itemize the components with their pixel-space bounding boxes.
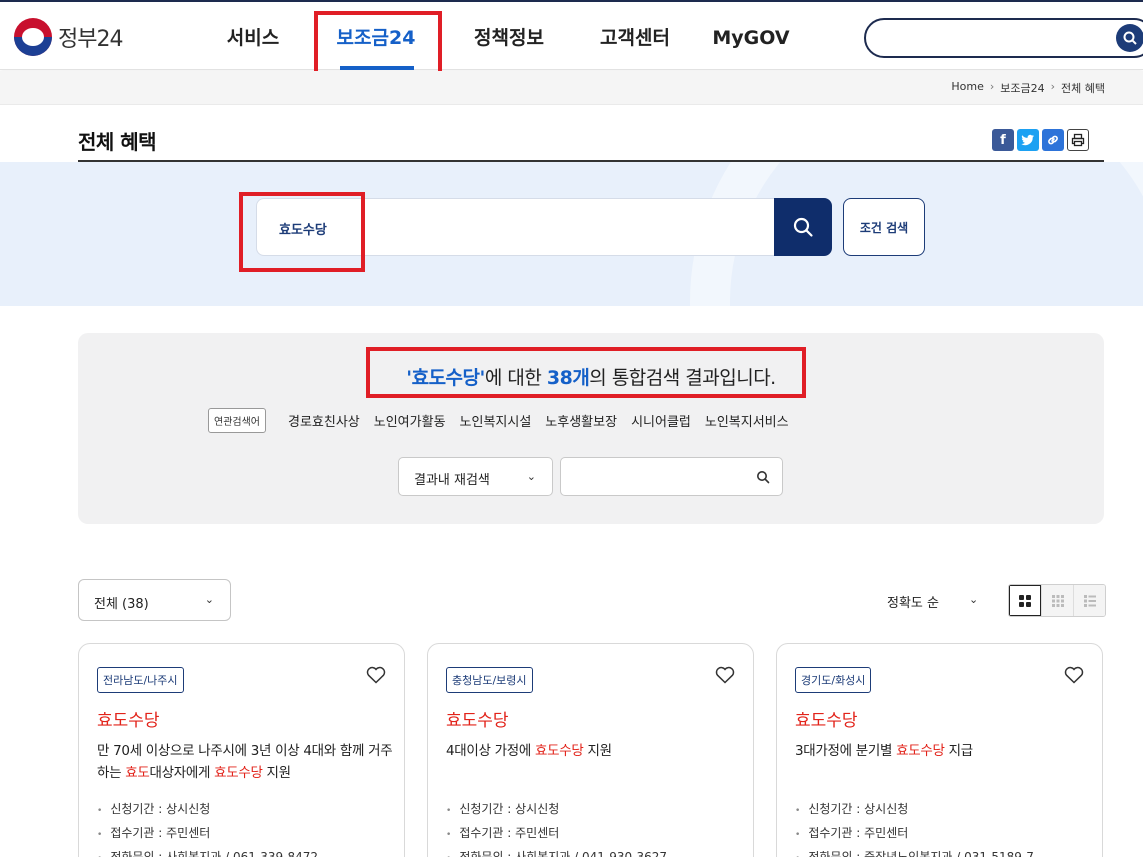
contact-phone: 전화문의 : 사회복지과 / 061-339-8472 xyxy=(97,846,318,857)
related-keyword[interactable]: 시니어클럽 xyxy=(631,411,691,430)
related-keyword[interactable]: 노후생활보장 xyxy=(545,411,617,430)
search-query-text: 효도수당 xyxy=(279,223,327,238)
receiving-office: 접수기관 : 주민센터 xyxy=(795,822,1046,846)
logo-text: 정부24 xyxy=(58,27,123,52)
card-description: 4대이상 가정에 효도수당 지원 xyxy=(446,743,612,759)
heart-icon[interactable] xyxy=(1064,666,1084,688)
breadcrumb-current: 전체 혜택 xyxy=(1061,82,1105,95)
benefit-card[interactable]: 전라남도/나주시 효도수당 만 70세 이상으로 나주시에 3년 이상 4대와 … xyxy=(78,643,405,857)
condition-search-button[interactable]: 조건 검색 xyxy=(843,198,925,256)
grid-large-icon[interactable] xyxy=(1009,585,1041,616)
apply-period: 신청기간 : 상시신청 xyxy=(97,798,318,822)
card-title[interactable]: 효도수당 xyxy=(446,706,509,731)
facebook-icon[interactable]: f xyxy=(992,129,1014,151)
sort-select[interactable]: 정확도 순 xyxy=(887,592,939,611)
contact-phone: 전화문의 : 중장년노인복지과 / 031-5189-7… xyxy=(795,846,1046,857)
taegeuk-logo-icon xyxy=(14,18,52,56)
share-toolbar: f xyxy=(992,129,1089,151)
heart-icon[interactable] xyxy=(715,666,735,688)
page-title: 전체 혜택 xyxy=(78,130,157,154)
active-nav-indicator xyxy=(340,66,414,70)
search-icon xyxy=(757,471,770,484)
breadcrumb-bar: Home › 보조금24 › 전체 혜택 xyxy=(0,71,1143,105)
site-logo[interactable]: 정부24 xyxy=(14,18,123,56)
apply-period: 신청기간 : 상시신청 xyxy=(795,798,1046,822)
card-description: 3대가정에 분기별 효도수당 지급 xyxy=(795,743,973,759)
related-keyword[interactable]: 노인복지시설 xyxy=(460,411,532,430)
chevron-down-icon: ⌄ xyxy=(526,470,536,483)
result-query: '효도수당' xyxy=(406,367,485,389)
twitter-icon[interactable] xyxy=(1017,129,1039,151)
breadcrumb-home[interactable]: Home xyxy=(951,80,983,96)
related-keywords-label: 연관검색어 xyxy=(208,408,266,433)
region-badge: 충청남도/보령시 xyxy=(446,667,533,693)
refine-search-button[interactable] xyxy=(756,469,770,488)
search-icon xyxy=(1123,31,1137,45)
breadcrumb: Home › 보조금24 › 전체 혜택 xyxy=(951,80,1105,96)
view-mode-toggle xyxy=(1008,584,1106,617)
result-text-end: 의 통합검색 결과입니다. xyxy=(589,367,776,389)
related-keyword[interactable]: 노인복지서비스 xyxy=(705,411,789,430)
region-badge: 경기도/화성시 xyxy=(795,667,872,693)
card-title[interactable]: 효도수당 xyxy=(795,706,858,731)
related-keywords: 연관검색어 경로효친사상 노인여가활동 노인복지시설 노후생활보장 시니어클럽 … xyxy=(208,408,803,433)
apply-period: 신청기간 : 상시신청 xyxy=(446,798,667,822)
category-filter-select[interactable]: 전체 (38) ⌄ xyxy=(78,579,231,621)
main-nav: 서비스 보조금24 정책정보 고객센터 MyGOV xyxy=(200,2,804,70)
card-title[interactable]: 효도수당 xyxy=(97,706,160,731)
category-filter-label: 전체 (38) xyxy=(94,597,149,612)
chevron-right-icon: › xyxy=(989,80,995,93)
list-icon[interactable] xyxy=(1073,585,1105,616)
benefit-card[interactable]: 충청남도/보령시 효도수당 4대이상 가정에 효도수당 지원 신청기간 : 상시… xyxy=(427,643,754,857)
nav-item-customer-center[interactable]: 고객센터 xyxy=(572,2,698,70)
chevron-right-icon: › xyxy=(1050,80,1056,93)
benefit-search-input[interactable] xyxy=(256,198,776,256)
contact-phone: 전화문의 : 사회복지과 / 041-930-3627 xyxy=(446,846,667,857)
result-summary-text: '효도수당'에 대한 38개의 통합검색 결과입니다. xyxy=(0,363,1143,390)
chevron-down-icon: ⌄ xyxy=(204,593,214,606)
nav-item-subsidy24[interactable]: 보조금24 xyxy=(306,2,446,70)
region-badge: 전라남도/나주시 xyxy=(97,667,184,693)
receiving-office: 접수기관 : 주민센터 xyxy=(446,822,667,846)
nav-item-mygov[interactable]: MyGOV xyxy=(698,2,804,70)
header-search-input[interactable] xyxy=(864,18,1143,58)
benefit-search-button[interactable] xyxy=(774,198,832,256)
nav-item-policy-info[interactable]: 정책정보 xyxy=(446,2,572,70)
header-search-button[interactable] xyxy=(1116,24,1143,52)
grid-small-icon[interactable] xyxy=(1041,585,1073,616)
link-icon[interactable] xyxy=(1042,129,1064,151)
nav-item-services[interactable]: 서비스 xyxy=(200,2,306,70)
card-meta: 신청기간 : 상시신청 접수기관 : 주민센터 전화문의 : 사회복지과 / 0… xyxy=(446,798,667,857)
card-description: 만 70세 이상으로 나주시에 3년 이상 4대와 함께 거주하는 효도대상자에… xyxy=(97,743,393,781)
receiving-office: 접수기관 : 주민센터 xyxy=(97,822,318,846)
site-header: 정부24 서비스 보조금24 정책정보 고객센터 MyGOV xyxy=(0,2,1143,70)
heart-icon[interactable] xyxy=(366,666,386,688)
refine-search-select[interactable]: 결과내 재검색 ⌄ xyxy=(398,457,553,496)
chevron-down-icon[interactable]: ⌄ xyxy=(969,593,978,606)
benefit-card[interactable]: 경기도/화성시 효도수당 3대가정에 분기별 효도수당 지급 신청기간 : 상시… xyxy=(776,643,1103,857)
breadcrumb-subsidy[interactable]: 보조금24 xyxy=(1000,80,1044,96)
related-keyword[interactable]: 노인여가활동 xyxy=(374,411,446,430)
card-meta: 신청기간 : 상시신청 접수기관 : 주민센터 전화문의 : 사회복지과 / 0… xyxy=(97,798,318,857)
refine-search-input[interactable] xyxy=(560,457,783,496)
result-count: 38개 xyxy=(546,367,590,389)
print-icon[interactable] xyxy=(1067,129,1089,151)
result-text-mid: 에 대한 xyxy=(484,367,547,389)
search-icon xyxy=(793,217,813,237)
refine-select-label: 결과내 재검색 xyxy=(414,473,490,488)
card-meta: 신청기간 : 상시신청 접수기관 : 주민센터 전화문의 : 중장년노인복지과 … xyxy=(795,798,1046,857)
related-keyword[interactable]: 경로효친사상 xyxy=(288,411,360,430)
